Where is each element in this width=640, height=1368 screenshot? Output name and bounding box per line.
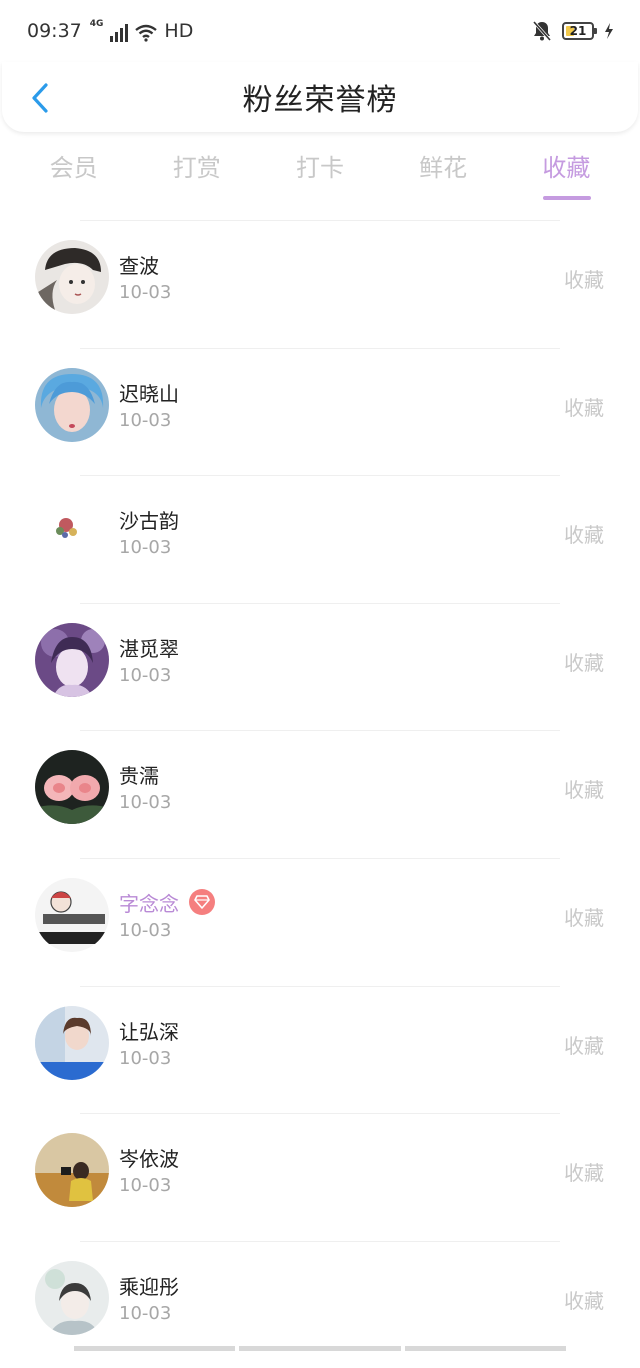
favorite-label[interactable]: 收藏 [564, 1157, 604, 1186]
favorite-label[interactable]: 收藏 [564, 1285, 604, 1314]
network-type: 4G [89, 19, 104, 29]
back-button[interactable] [22, 78, 58, 118]
status-left: 09:37 4G HD [27, 20, 193, 42]
fan-name: 沙古韵 [119, 509, 179, 534]
name-line: 让弘深 [119, 1016, 179, 1045]
list-item[interactable]: 字念念 10-03 收藏 [0, 857, 640, 986]
avatar[interactable] [35, 367, 109, 442]
fan-name: 湛觅翠 [119, 636, 179, 661]
tab-member[interactable]: 会员 [24, 142, 124, 202]
name-line: 查波 [119, 250, 159, 279]
favorite-label[interactable]: 收藏 [564, 264, 604, 293]
tab-checkin[interactable]: 打卡 [270, 142, 370, 202]
tab-flowers[interactable]: 鲜花 [393, 142, 493, 202]
list-item[interactable]: 迟晓山 10-03 收藏 [0, 347, 640, 476]
back-arrow-icon [32, 83, 48, 113]
fan-date: 10-03 [119, 1047, 172, 1069]
status-time: 09:37 [27, 20, 82, 42]
favorite-label[interactable]: 收藏 [564, 1030, 604, 1059]
fan-date: 10-03 [119, 919, 172, 941]
avatar[interactable] [35, 1133, 109, 1208]
list-item[interactable]: 贵濡 10-03 收藏 [0, 730, 640, 858]
fan-name: 字念念 [119, 891, 179, 916]
battery-level: 21 [569, 24, 587, 38]
signal-icon [110, 24, 129, 42]
hd-label: HD [164, 20, 194, 42]
favorite-label[interactable]: 收藏 [564, 902, 604, 931]
name-line: 岑依波 [119, 1143, 179, 1172]
avatar[interactable] [35, 1260, 109, 1335]
favorite-label[interactable]: 收藏 [564, 392, 604, 421]
status-right: 21 [532, 20, 614, 42]
status-bar: 09:37 4G HD 21 [0, 0, 640, 62]
avatar[interactable] [35, 1005, 109, 1080]
fan-name: 让弘深 [119, 1019, 179, 1044]
list-item[interactable]: 岑依波 10-03 收藏 [0, 1113, 640, 1241]
avatar[interactable] [35, 877, 109, 952]
tab-bar: 会员 打赏 打卡 鲜花 收藏 [0, 142, 640, 202]
tab-reward[interactable]: 打赏 [147, 142, 247, 202]
battery-icon: 21 [562, 22, 597, 40]
favorite-label[interactable]: 收藏 [564, 774, 604, 803]
name-line: 沙古韵 [119, 505, 179, 534]
name-line: 字念念 [119, 888, 215, 917]
bottom-divider [74, 1346, 566, 1351]
page-title: 粉丝荣誉榜 [242, 83, 398, 118]
fan-name: 岑依波 [119, 1147, 179, 1172]
vip-diamond-icon [189, 889, 215, 916]
fan-date: 10-03 [119, 792, 172, 814]
name-line: 乘迎彤 [119, 1271, 179, 1300]
silent-bell-icon [532, 21, 552, 41]
name-line: 贵濡 [119, 760, 159, 789]
name-line: 湛觅翠 [119, 633, 179, 662]
avatar[interactable] [35, 495, 109, 570]
fan-date: 10-03 [119, 409, 172, 431]
fan-name: 查波 [119, 254, 159, 278]
fan-date: 10-03 [119, 1302, 172, 1324]
list-item[interactable]: 湛觅翠 10-03 收藏 [0, 602, 640, 731]
fan-date: 10-03 [119, 664, 172, 686]
name-line: 迟晓山 [119, 378, 179, 407]
list-item[interactable]: 查波 10-03 收藏 [0, 220, 640, 348]
nav-header: 粉丝荣誉榜 [2, 62, 638, 132]
tab-favorites[interactable]: 收藏 [516, 142, 616, 202]
wifi-icon [135, 24, 158, 42]
favorite-label[interactable]: 收藏 [564, 647, 604, 676]
fan-name: 乘迎彤 [119, 1274, 179, 1299]
fan-name: 贵濡 [119, 764, 159, 789]
list-item[interactable]: 让弘深 10-03 收藏 [0, 985, 640, 1114]
avatar[interactable] [35, 240, 109, 314]
fan-name: 迟晓山 [119, 381, 179, 406]
fan-date: 10-03 [119, 282, 172, 303]
avatar[interactable] [35, 750, 109, 825]
fan-date: 10-03 [119, 1175, 172, 1197]
status-icons: 4G HD [89, 19, 194, 42]
fan-list: 查波 10-03 收藏 迟晓山 10-03 收藏 沙古韵 10-03 收藏 湛觅… [0, 220, 640, 1368]
favorite-label[interactable]: 收藏 [564, 519, 604, 548]
fan-date: 10-03 [119, 537, 172, 559]
avatar[interactable] [35, 622, 109, 697]
list-item[interactable]: 沙古韵 10-03 收藏 [0, 475, 640, 603]
charging-icon [605, 23, 613, 39]
